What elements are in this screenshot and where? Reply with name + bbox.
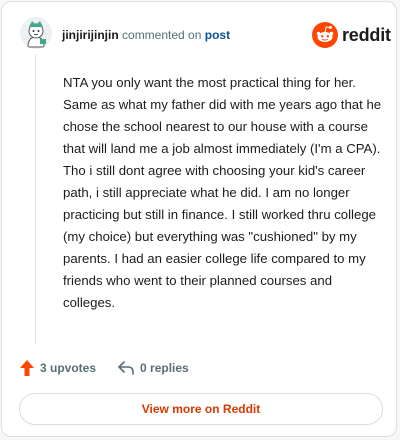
upvote-count: 3 upvotes — [40, 361, 97, 375]
thread-line — [35, 54, 36, 344]
reply-arrow-icon — [118, 361, 134, 375]
post-link[interactable]: post — [205, 28, 230, 42]
comment-card: jinjirijinjin commented on post reddit N… — [1, 1, 397, 437]
reply-button[interactable]: 0 replies — [118, 361, 189, 375]
reddit-snoo-icon — [312, 22, 338, 48]
avatar[interactable] — [20, 17, 52, 49]
avatar-icon — [20, 17, 52, 49]
reply-count: 0 replies — [140, 361, 189, 375]
upvote-arrow-icon — [20, 360, 34, 376]
comment-body: NTA you only want the most practical thi… — [63, 75, 382, 310]
reddit-wordmark: reddit — [342, 24, 391, 45]
action-text: commented on — [122, 28, 202, 42]
username[interactable]: jinjirijinjin — [62, 28, 119, 42]
comment-actions: 3 upvotes 0 replies — [20, 360, 189, 376]
view-more-button[interactable]: View more on Reddit — [19, 393, 383, 425]
comment-header: jinjirijinjin commented on post — [62, 27, 230, 43]
upvote-button[interactable]: 3 upvotes — [20, 360, 96, 376]
reddit-logo[interactable]: reddit — [312, 22, 391, 48]
